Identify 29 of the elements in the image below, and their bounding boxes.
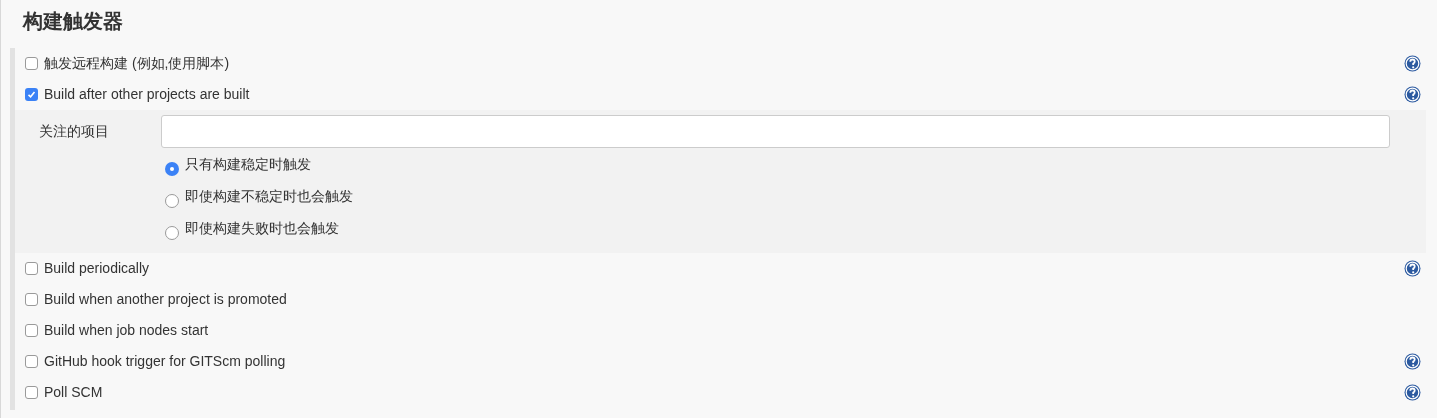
radio-button[interactable] xyxy=(165,226,179,240)
checkbox-label: GitHub hook trigger for GITScm polling xyxy=(44,352,286,371)
radio-button[interactable] xyxy=(165,162,179,176)
checkbox[interactable] xyxy=(25,293,38,306)
radio-label: 只有构建稳定时触发 xyxy=(185,155,311,174)
input-field[interactable] xyxy=(161,115,1390,148)
section-title: 构建触发器 xyxy=(21,9,124,34)
checkbox-label: Build when another project is promoted xyxy=(44,290,287,309)
checkbox[interactable] xyxy=(25,355,38,368)
checkbox[interactable] xyxy=(25,324,38,337)
checkbox[interactable] xyxy=(25,262,38,275)
radio-label: 即使构建失败时也会触发 xyxy=(185,219,339,238)
checkbox[interactable] xyxy=(25,386,38,399)
checkbox-label: Build after other projects are built xyxy=(44,85,250,104)
help-icon[interactable] xyxy=(1404,86,1421,103)
help-icon[interactable] xyxy=(1404,260,1421,277)
field-label: 关注的项目 xyxy=(38,122,110,141)
checkbox-label: 触发远程构建 (例如,使用脚本) xyxy=(44,54,230,73)
help-icon[interactable] xyxy=(1404,55,1421,72)
checkbox-label: Poll SCM xyxy=(44,383,103,402)
help-icon[interactable] xyxy=(1404,384,1421,401)
radio-button[interactable] xyxy=(165,194,179,208)
checkbox-label: Build when job nodes start xyxy=(44,321,209,340)
checkmark-icon xyxy=(27,90,36,99)
help-icon[interactable] xyxy=(1404,353,1421,370)
checkbox-label: Build periodically xyxy=(44,259,150,278)
radio-label: 即使构建不稳定时也会触发 xyxy=(185,187,353,206)
checkbox[interactable] xyxy=(25,88,38,101)
checkbox[interactable] xyxy=(25,57,38,70)
